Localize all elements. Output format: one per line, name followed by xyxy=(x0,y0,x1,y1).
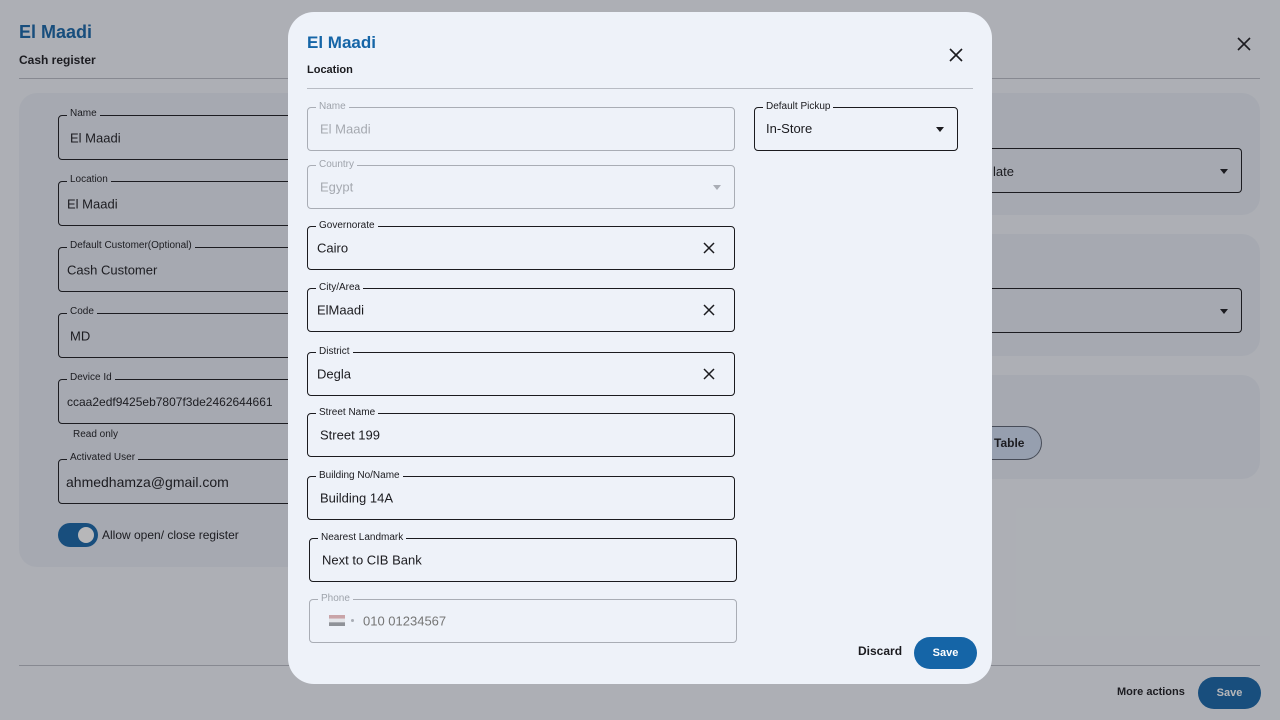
default-pickup-label: Default Pickup xyxy=(763,101,834,113)
building-field[interactable]: Building No/Name xyxy=(307,470,735,520)
location-name-input xyxy=(320,121,686,137)
district-input[interactable] xyxy=(317,366,683,382)
country-input xyxy=(320,179,686,195)
landmark-input[interactable] xyxy=(322,552,688,568)
city-area-input[interactable] xyxy=(317,302,683,318)
chevron-down-icon xyxy=(713,185,721,190)
building-input[interactable] xyxy=(320,490,686,506)
country-select: Country xyxy=(307,159,735,209)
landmark-label: Nearest Landmark xyxy=(318,532,407,544)
dialog-divider xyxy=(307,88,973,89)
save-button[interactable]: Save xyxy=(914,637,977,669)
default-pickup-value: In-Store xyxy=(766,121,813,136)
dropdown-dot-icon xyxy=(351,619,354,622)
location-name-field: Name xyxy=(307,101,735,151)
dialog-title: El Maadi xyxy=(307,33,376,52)
district-field[interactable]: District xyxy=(307,346,735,396)
location-dialog: El Maadi Location Name Country Governora… xyxy=(288,12,992,684)
landmark-field[interactable]: Nearest Landmark xyxy=(309,532,737,582)
egypt-flag-icon[interactable] xyxy=(329,615,345,626)
building-label: Building No/Name xyxy=(316,470,403,482)
close-icon[interactable] xyxy=(946,45,966,65)
phone-label: Phone xyxy=(318,593,353,605)
chevron-down-icon xyxy=(936,127,944,132)
clear-icon[interactable] xyxy=(702,367,716,381)
default-pickup-select[interactable]: Default Pickup In-Store xyxy=(754,101,958,151)
city-area-label: City/Area xyxy=(316,282,364,294)
street-name-label: Street Name xyxy=(316,407,379,419)
governorate-label: Governorate xyxy=(316,220,378,232)
street-name-field[interactable]: Street Name xyxy=(307,407,735,457)
governorate-input[interactable] xyxy=(317,240,683,256)
city-area-field[interactable]: City/Area xyxy=(307,282,735,332)
country-label: Country xyxy=(316,159,358,171)
phone-input[interactable] xyxy=(363,613,663,629)
phone-field[interactable]: Phone xyxy=(309,593,737,643)
clear-icon[interactable] xyxy=(702,241,716,255)
discard-button[interactable]: Discard xyxy=(858,644,902,658)
clear-icon[interactable] xyxy=(702,303,716,317)
dialog-subtitle: Location xyxy=(307,64,353,76)
street-name-input[interactable] xyxy=(320,427,686,443)
governorate-field[interactable]: Governorate xyxy=(307,220,735,270)
district-label: District xyxy=(316,346,353,358)
location-name-label: Name xyxy=(316,101,349,113)
